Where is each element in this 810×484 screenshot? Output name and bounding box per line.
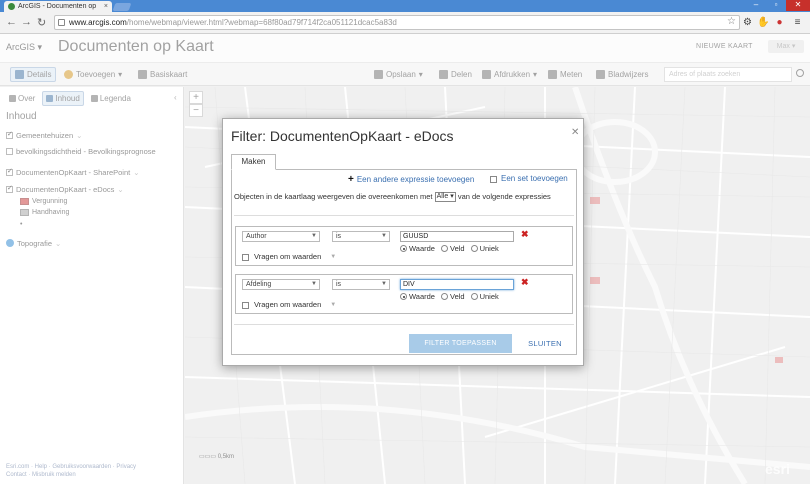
radio-label: Waarde [409, 292, 435, 301]
close-icon[interactable]: ✕ [571, 127, 579, 138]
value-type-radios: Waarde Veld Uniek [400, 292, 499, 301]
reload-icon[interactable]: ↻ [37, 16, 46, 29]
bookmark-star-icon[interactable]: ☆ [727, 16, 736, 27]
browser-tab[interactable]: ArcGIS - Documenten op × [4, 1, 112, 12]
desc-before: Objecten in de kaartlaag weergeven die o… [234, 192, 433, 201]
new-tab-button[interactable] [112, 3, 132, 11]
add-set-label: Een set toevoegen [501, 174, 568, 183]
value-type-radios: Waarde Veld Uniek [400, 244, 499, 253]
field-value: Author [246, 233, 267, 240]
add-expression-link[interactable]: + Een andere expressie toevoegen [348, 174, 474, 185]
ask-values-label: Vragen om waarden [254, 300, 322, 309]
radio-waarde[interactable]: Waarde [400, 244, 435, 253]
filter-dialog: Filter: DocumentenOpKaart - eDocs ✕ Make… [222, 118, 584, 366]
operator-select[interactable]: is ▼ [332, 279, 390, 290]
match-mode-select[interactable]: Alle ▾ [434, 192, 456, 203]
delete-expression-icon[interactable]: ✖ [521, 229, 529, 240]
radio-button[interactable] [400, 293, 407, 300]
ask-values-label: Vragen om waarden [254, 252, 322, 261]
filter-expression: Afdeling ▼ is ▼ DIV ✖ Waarde Veld Uniek Vr… [235, 274, 573, 314]
operator-value: is [336, 281, 342, 288]
back-arrow-icon[interactable]: ← [6, 16, 17, 28]
chevron-down-icon: ▼ [311, 233, 317, 239]
delete-expression-icon[interactable]: ✖ [521, 277, 529, 288]
close-window-icon[interactable]: ✕ [786, 0, 810, 11]
chevron-down-icon: ▼ [311, 281, 317, 287]
filter-expression: Author ▼ is ▼ GUUSD ✖ Waarde Veld Uniek Vr… [235, 226, 573, 266]
ask-values-checkbox[interactable] [242, 301, 249, 309]
page-icon [58, 19, 65, 26]
plus-icon: + [348, 174, 354, 185]
url-host: www.arcgis.com [69, 18, 127, 27]
value-input[interactable]: GUUSD [400, 231, 514, 242]
maximize-icon[interactable]: ▫ [766, 0, 786, 11]
url-field[interactable]: www.arcgis.com/home/webmap/viewer.html?w… [54, 15, 740, 30]
radio-uniek[interactable]: Uniek [470, 244, 499, 253]
divider [234, 324, 574, 325]
value-input[interactable]: DIV [400, 279, 514, 290]
radio-label: Veld [449, 292, 465, 301]
filter-description: Objecten in de kaartlaag weergeven die o… [234, 192, 574, 203]
radio-label: Waarde [409, 244, 435, 253]
ask-values-option[interactable]: Vragen om waarden ▼ [242, 300, 336, 309]
radio-veld[interactable]: Veld [440, 244, 465, 253]
extension-hand-icon[interactable]: ✋ [757, 17, 769, 28]
address-bar: ← → ↻ www.arcgis.com/home/webmap/viewer.… [0, 12, 810, 34]
dialog-title: Filter: DocumentenOpKaart - eDocs [231, 128, 454, 144]
tab-maken[interactable]: Maken [231, 154, 276, 170]
radio-veld[interactable]: Veld [440, 292, 465, 301]
chevron-down-icon: ▼ [381, 233, 387, 239]
radio-waarde[interactable]: Waarde [400, 292, 435, 301]
radio-button[interactable] [470, 245, 478, 252]
minimize-icon[interactable]: – [746, 0, 766, 11]
divider [234, 215, 574, 216]
radio-button[interactable] [470, 293, 478, 300]
close-tab-icon[interactable]: × [104, 3, 108, 10]
extension-gear-icon[interactable]: ⚙ [742, 17, 753, 28]
desc-after: van de volgende expressies [457, 192, 551, 201]
add-set-checkbox[interactable] [490, 175, 497, 183]
add-set-link[interactable]: Een set toevoegen [490, 174, 568, 183]
extension-opera-icon[interactable]: ● [774, 17, 785, 28]
field-select[interactable]: Author ▼ [242, 231, 320, 242]
arcgis-favicon-icon [8, 3, 15, 10]
radio-label: Veld [449, 244, 465, 253]
operator-select[interactable]: is ▼ [332, 231, 390, 242]
radio-button[interactable] [440, 245, 448, 252]
forward-arrow-icon[interactable]: → [21, 16, 32, 28]
chrome-menu-icon[interactable]: ≡ [792, 17, 803, 28]
radio-uniek[interactable]: Uniek [470, 292, 499, 301]
chevron-down-icon: ▼ [381, 281, 387, 287]
field-select[interactable]: Afdeling ▼ [242, 279, 320, 290]
add-expression-label: Een andere expressie toevoegen [356, 175, 475, 184]
browser-tab-bar: ArcGIS - Documenten op × – ▫ ✕ [0, 0, 810, 12]
radio-label: Uniek [479, 244, 499, 253]
field-value: Afdeling [246, 281, 272, 288]
tab-title: ArcGIS - Documenten op [18, 3, 97, 10]
filter-panel: + Een andere expressie toevoegen Een set… [231, 169, 577, 355]
ask-values-checkbox[interactable] [242, 253, 249, 261]
apply-filter-button[interactable]: FILTER TOEPASSEN [409, 334, 512, 353]
radio-button[interactable] [440, 293, 448, 300]
close-dialog-button[interactable]: SLUITEN [522, 334, 568, 353]
radio-button[interactable] [400, 245, 407, 252]
triangle-down-icon: ▼ [330, 253, 337, 260]
radio-label: Uniek [479, 292, 499, 301]
url-path: /home/webmap/viewer.html?webmap=68f80ad7… [126, 18, 397, 27]
operator-value: is [336, 233, 342, 240]
match-mode-value: Alle [436, 193, 449, 201]
triangle-down-icon: ▼ [330, 301, 337, 308]
ask-values-option[interactable]: Vragen om waarden ▼ [242, 252, 336, 261]
